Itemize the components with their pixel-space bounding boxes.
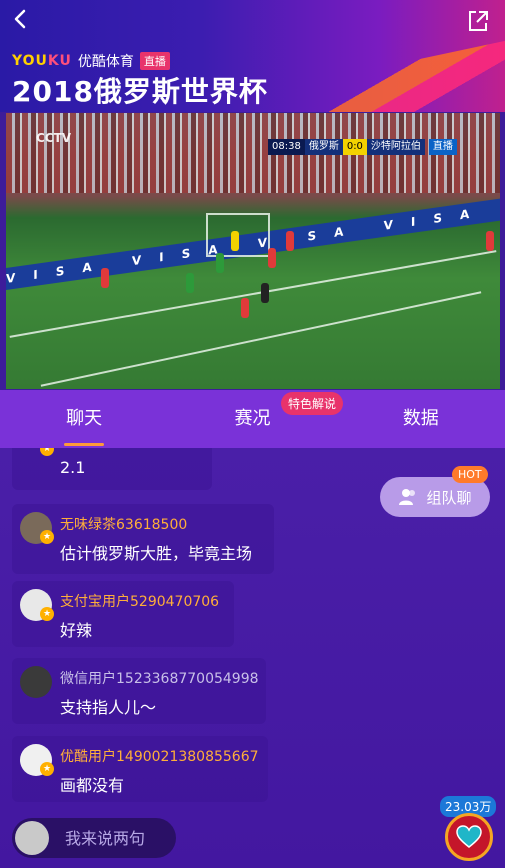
vip-badge-icon: ★ <box>40 762 54 776</box>
tab-chat[interactable]: 聊天 <box>0 390 168 448</box>
message-text: 2.1 <box>60 458 86 477</box>
user-avatar[interactable] <box>15 821 49 855</box>
vip-badge-icon: ★ <box>40 607 54 621</box>
player <box>486 231 494 251</box>
chat-message: ★ 支付宝用户5290470706 好辣 <box>12 581 234 647</box>
live-tag: 直播 <box>139 52 170 70</box>
chat-message: 微信用户1523368770054998 支持指人儿～ <box>12 658 266 724</box>
team-chat-button[interactable]: 组队聊 <box>380 477 490 517</box>
vip-badge-icon: ★ <box>40 530 54 544</box>
message-text: 画都没有 <box>60 776 125 795</box>
player <box>241 298 249 318</box>
score: 0:0 <box>342 139 367 155</box>
username[interactable]: 优酷用户1490021380855667 <box>60 746 259 766</box>
username[interactable]: 支付宝用户5290470706 <box>60 591 219 611</box>
channel-watermark: CCTV <box>36 131 72 145</box>
like-button[interactable] <box>445 813 493 861</box>
pitch-line <box>40 291 482 387</box>
live-indicator: 直播 <box>428 139 457 155</box>
comment-bar[interactable] <box>12 818 176 858</box>
video-player[interactable]: VISA VISA VISA VISA VISA VISA VISA VISA … <box>6 113 500 389</box>
header-banner: YOUKU 优酷体育 直播 2018俄罗斯世界杯 <box>0 0 505 112</box>
brand-row: YOUKU 优酷体育 直播 <box>12 51 170 71</box>
back-arrow-icon[interactable] <box>8 6 34 32</box>
chat-message: ★ 无味绿茶63618500 估计俄罗斯大胜，毕竟主场 <box>12 504 274 574</box>
comment-input[interactable] <box>63 827 167 849</box>
tab-stats[interactable]: 数据 <box>337 390 505 448</box>
goalkeeper <box>231 231 239 251</box>
username[interactable]: 无味绿茶63618500 <box>60 514 187 534</box>
youku-logo: YOUKU <box>12 53 72 69</box>
home-team: 俄罗斯 <box>304 139 343 155</box>
decorative-stripe <box>285 32 505 112</box>
tab-bar: 聊天 赛况 数据 <box>0 390 505 448</box>
share-icon[interactable] <box>465 8 491 34</box>
chat-message: ★ 2.1 <box>12 448 212 490</box>
message-text: 好辣 <box>60 621 93 640</box>
message-text: 估计俄罗斯大胜，毕竟主场 <box>60 544 253 563</box>
hot-badge: HOT <box>452 466 488 483</box>
player <box>286 231 294 251</box>
team-chat-label: 组队聊 <box>426 488 472 507</box>
message-text: 支持指人儿～ <box>60 698 157 717</box>
match-time: 08:38 <box>268 139 305 155</box>
player <box>261 283 269 303</box>
brand-subtitle: 优酷体育 <box>77 54 134 70</box>
player <box>268 248 276 268</box>
player <box>186 273 194 293</box>
username[interactable]: 微信用户1523368770054998 <box>60 668 259 688</box>
heart-icon <box>456 825 482 848</box>
vip-badge-icon: ★ <box>40 448 54 456</box>
player <box>101 268 109 288</box>
chat-message: ★ 优酷用户1490021380855667 画都没有 <box>12 736 268 802</box>
away-team: 沙特阿拉伯 <box>366 139 425 155</box>
commentary-badge[interactable]: 特色解说 <box>281 392 344 415</box>
page-title: 2018俄罗斯世界杯 <box>12 75 268 108</box>
player <box>216 253 224 273</box>
group-icon <box>399 489 416 505</box>
avatar[interactable] <box>20 666 52 698</box>
scoreboard: 08:38 俄罗斯 0:0 沙特阿拉伯 直播 <box>268 139 457 155</box>
